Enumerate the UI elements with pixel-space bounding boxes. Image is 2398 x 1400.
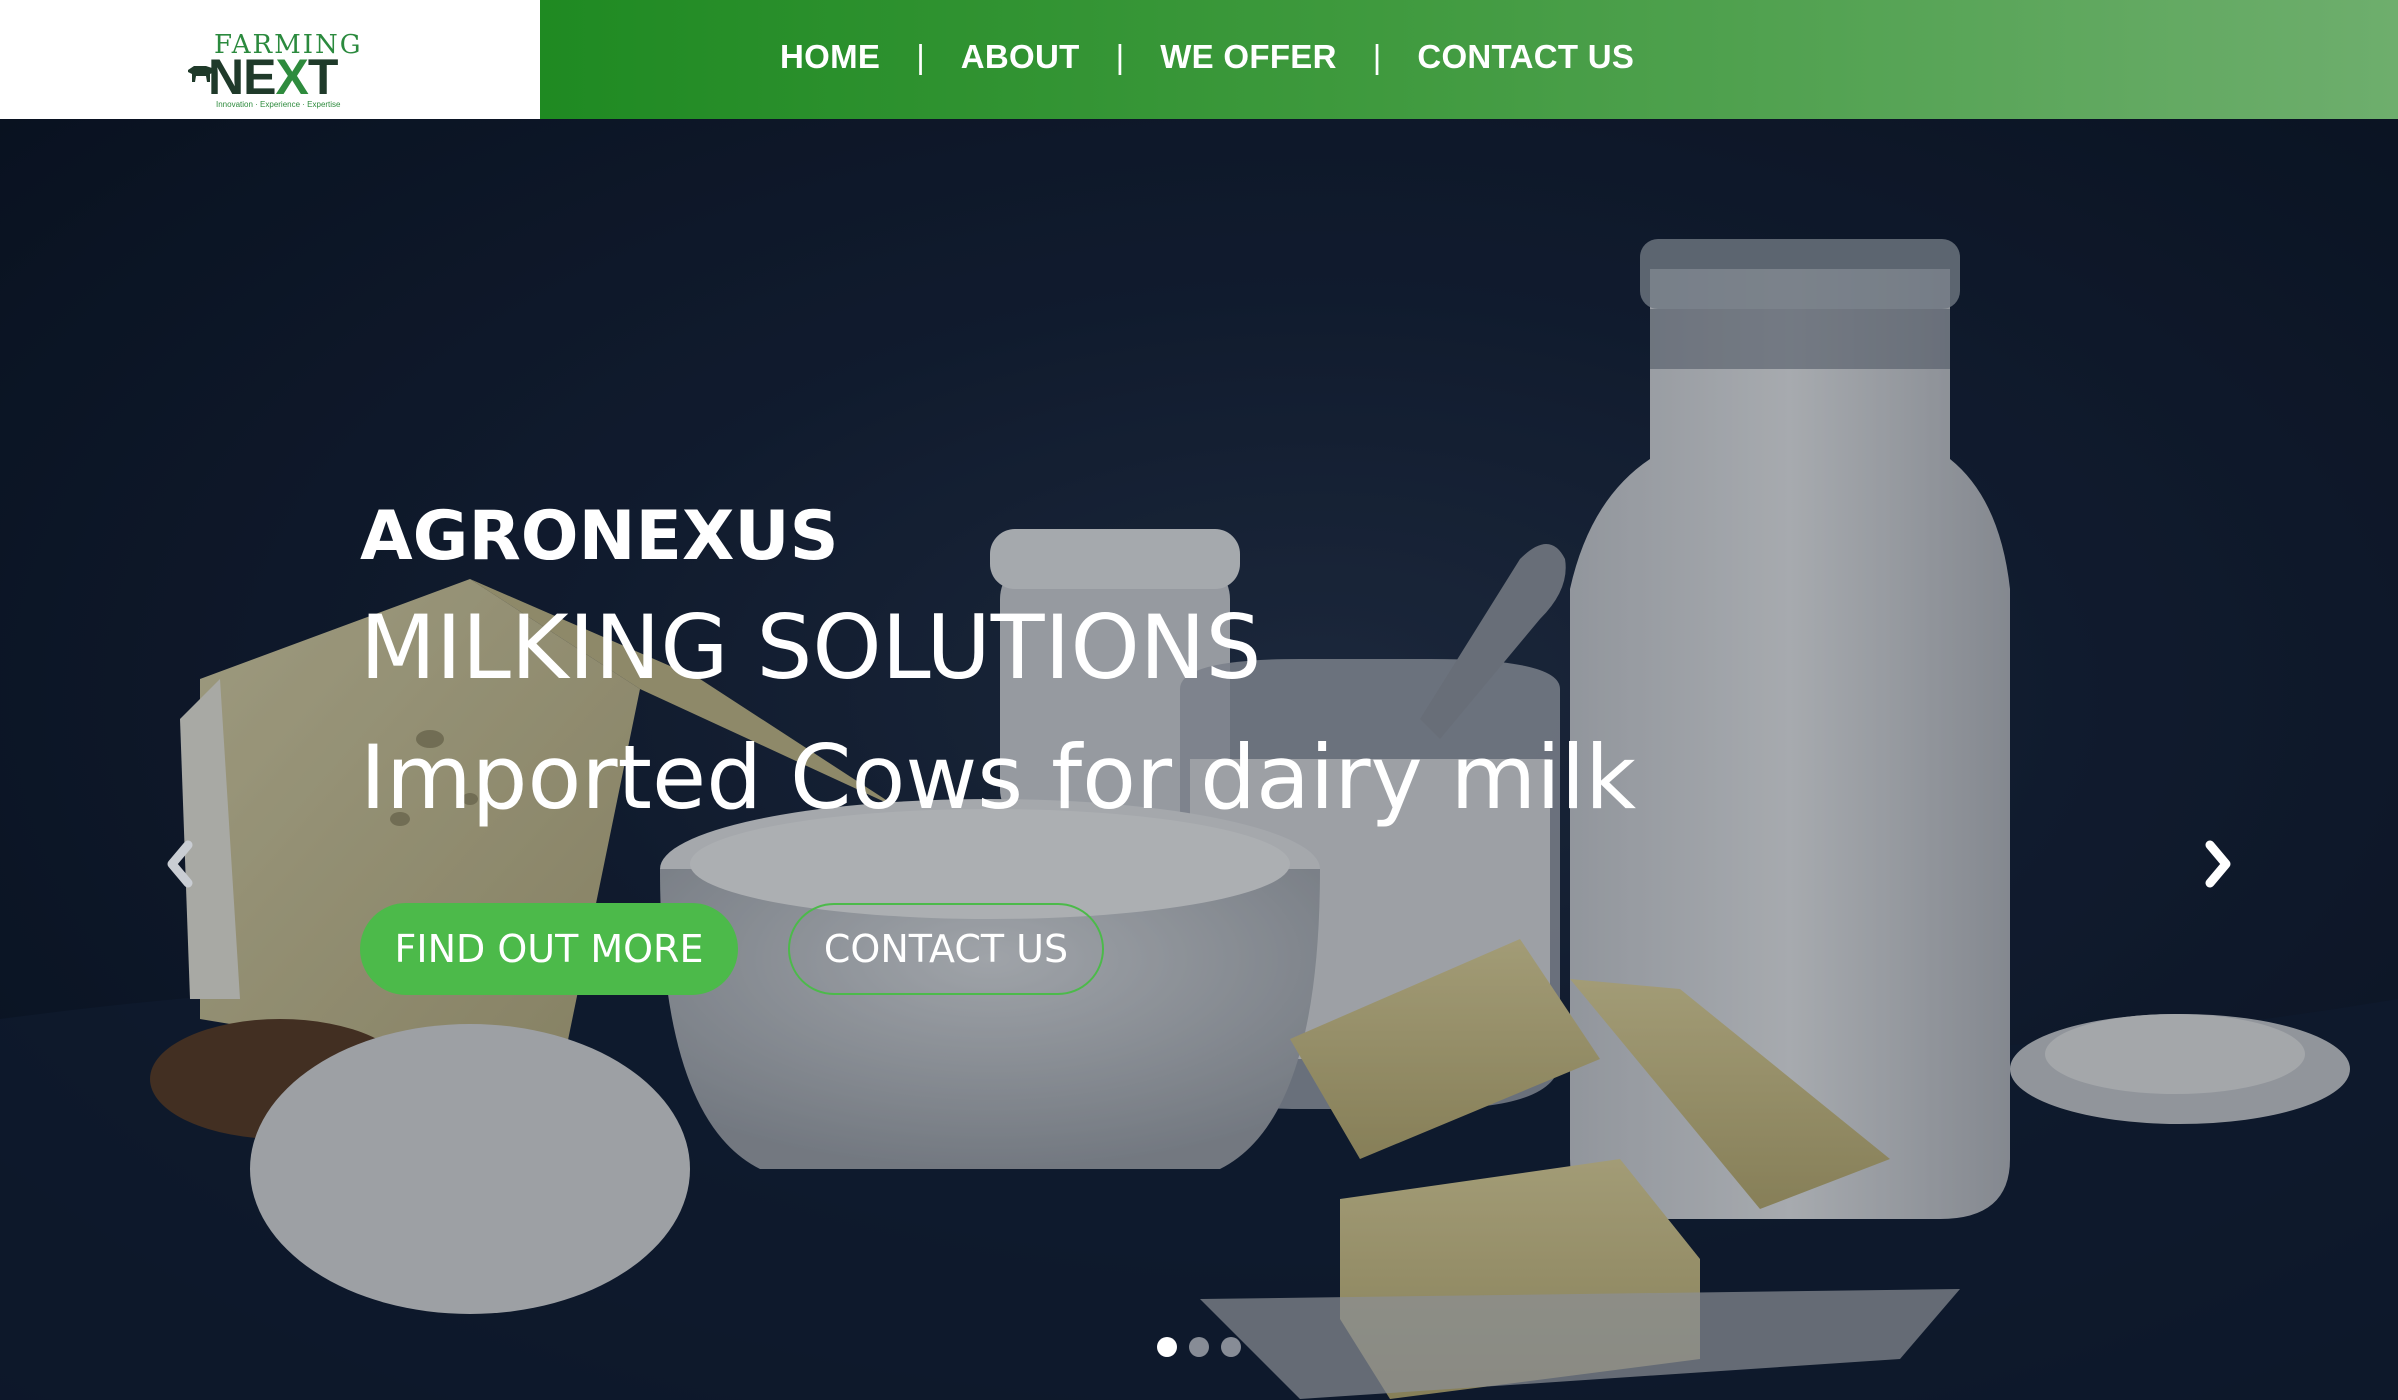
carousel-prev-button[interactable]	[160, 839, 200, 889]
hero-caption: AGRONEXUS MILKING SOLUTIONS Imported Cow…	[360, 497, 1636, 843]
hero-buttons: FIND OUT MORE CONTACT US	[360, 903, 1104, 995]
nav-about[interactable]: ABOUT	[961, 38, 1080, 76]
hero-subtitle: Imported Cows for dairy milk	[360, 726, 1637, 829]
site-header: FARMING NEXT Innovation · Experience · E…	[0, 0, 2398, 119]
carousel-next-button[interactable]	[2198, 839, 2238, 889]
carousel-dot-3[interactable]	[1221, 1337, 1241, 1357]
hero-carousel: AGRONEXUS MILKING SOLUTIONS Imported Cow…	[0, 119, 2398, 1400]
logo-tagline: Innovation · Experience · Expertise	[216, 100, 341, 109]
nav-separator: |	[916, 37, 925, 75]
contact-us-button[interactable]: CONTACT US	[788, 903, 1104, 995]
find-out-more-button[interactable]: FIND OUT MORE	[360, 903, 738, 995]
main-navbar: HOME | ABOUT | WE OFFER | CONTACT US	[540, 0, 2398, 119]
carousel-indicators	[1157, 1337, 1241, 1357]
nav-we-offer[interactable]: WE OFFER	[1160, 38, 1337, 76]
hero-brand: AGRONEXUS	[360, 497, 839, 576]
hero-title: MILKING SOLUTIONS	[360, 596, 1262, 699]
chevron-right-icon	[2205, 840, 2231, 888]
nav-contact-us[interactable]: CONTACT US	[1417, 38, 1634, 76]
carousel-dot-1[interactable]	[1157, 1337, 1177, 1357]
carousel-dot-2[interactable]	[1189, 1337, 1209, 1357]
nav-list: HOME | ABOUT | WE OFFER | CONTACT US	[780, 0, 1634, 113]
nav-home[interactable]: HOME	[780, 38, 880, 76]
nav-separator: |	[1115, 37, 1125, 75]
logo-area: FARMING NEXT Innovation · Experience · E…	[0, 0, 540, 119]
farming-next-logo[interactable]: FARMING NEXT Innovation · Experience · E…	[186, 26, 361, 110]
nav-separator: |	[1372, 37, 1382, 75]
chevron-left-icon	[167, 840, 193, 888]
logo-main-text: NEXT	[208, 49, 338, 105]
